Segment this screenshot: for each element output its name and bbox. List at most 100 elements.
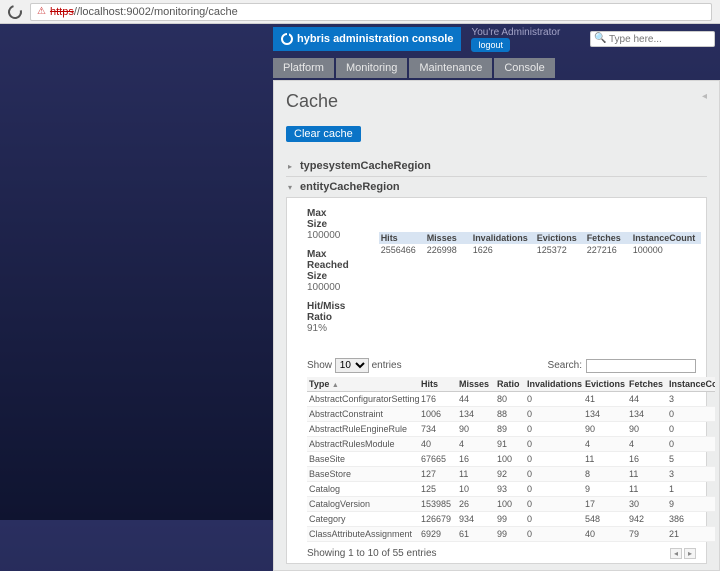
table-cell: 17 [583, 497, 627, 512]
table-cell: 0 [525, 497, 583, 512]
stats-header: HitsMissesInvalidationsEvictionsFetchesI… [379, 232, 701, 244]
table-row: AbstractRulesModule404910440 [307, 437, 715, 452]
col-invalidations[interactable]: Invalidations [525, 377, 583, 392]
reload-icon[interactable] [5, 2, 24, 21]
address-bar[interactable]: ⚠ https//localhost:9002/monitoring/cache [30, 3, 712, 21]
table-cell: 942 [627, 512, 667, 527]
table-row: Category126679934990548942386 [307, 512, 715, 527]
table-row: BaseStore127119208113 [307, 467, 715, 482]
length-select[interactable]: 10 [335, 358, 369, 373]
max-reached-value: 100000 [307, 282, 349, 293]
region-typesystem[interactable]: ▸ typesystemCacheRegion [286, 156, 707, 176]
table-cell: 0 [525, 482, 583, 497]
table-cell: 100 [495, 497, 525, 512]
table-cell: 21 [667, 527, 715, 542]
clear-cache-button[interactable]: Clear cache [286, 126, 361, 142]
table-row: BaseSite6766516100011165 [307, 452, 715, 467]
cache-table: Type ▲ Hits Misses Ratio Invalidations E… [307, 377, 715, 542]
col-misses[interactable]: Misses [457, 377, 495, 392]
nav-monitoring[interactable]: Monitoring [336, 58, 407, 78]
table-cell: 153985 [419, 497, 457, 512]
global-search: 🔍 [590, 31, 715, 47]
table-cell: 91 [495, 437, 525, 452]
global-search-input[interactable] [590, 31, 715, 47]
col-instancecount[interactable]: InstanceCount [667, 377, 715, 392]
table-cell: 8 [583, 467, 627, 482]
table-cell: 90 [627, 422, 667, 437]
col-fetches[interactable]: Fetches [627, 377, 667, 392]
chevron-down-icon: ▾ [288, 183, 294, 192]
table-cell: 9 [667, 497, 715, 512]
region-label: typesystemCacheRegion [300, 160, 431, 172]
col-hits[interactable]: Hits [419, 377, 457, 392]
page-title: Cache [286, 91, 707, 112]
table-row: CatalogVersion15398526100017309 [307, 497, 715, 512]
table-cell: 89 [495, 422, 525, 437]
nav-maintenance[interactable]: Maintenance [409, 58, 492, 78]
table-cell: 0 [525, 467, 583, 482]
user-status: You're Administrator logout [471, 27, 560, 52]
table-cell: 134 [627, 407, 667, 422]
panel-collapse-icon[interactable]: ◂ [702, 91, 707, 102]
table-cell: CatalogVersion [307, 497, 419, 512]
datatable-controls: Show 10 entries Search: [307, 358, 696, 373]
sort-asc-icon: ▲ [332, 382, 339, 389]
dt-search-input[interactable] [586, 359, 696, 373]
table-cell: 548 [583, 512, 627, 527]
user-role-text: You're Administrator [471, 27, 560, 38]
table-cell: 6929 [419, 527, 457, 542]
col-type[interactable]: Type ▲ [307, 377, 419, 392]
table-cell: 4 [457, 437, 495, 452]
chevron-right-icon: ▸ [288, 162, 294, 171]
table-cell: 134 [457, 407, 495, 422]
table-row: AbstractRuleEngineRule7349089090900 [307, 422, 715, 437]
table-cell: AbstractConstraint [307, 407, 419, 422]
table-cell: BaseStore [307, 467, 419, 482]
main-nav: Platform Monitoring Maintenance Console [273, 58, 720, 78]
logout-button[interactable]: logout [471, 38, 510, 52]
table-cell: 99 [495, 527, 525, 542]
pager-next[interactable]: ▸ [684, 548, 696, 559]
col-evictions[interactable]: Evictions [583, 377, 627, 392]
stats-values: 25564662269981626125372227216100000 [379, 244, 701, 256]
table-cell: 1 [667, 482, 715, 497]
table-cell: AbstractRulesModule [307, 437, 419, 452]
table-cell: 734 [419, 422, 457, 437]
brand-logo[interactable]: hybris administration console [273, 27, 461, 51]
region-entity[interactable]: ▾ entityCacheRegion [286, 176, 707, 197]
max-size-label: Max Size [307, 208, 349, 230]
pager: ◂ ▸ [670, 548, 696, 559]
col-ratio[interactable]: Ratio [495, 377, 525, 392]
url-text: https//localhost:9002/monitoring/cache [50, 6, 238, 18]
table-cell: 40 [583, 527, 627, 542]
pager-prev[interactable]: ◂ [670, 548, 682, 559]
table-footer: Showing 1 to 10 of 55 entries ◂ ▸ [307, 548, 696, 559]
brand-icon [281, 33, 293, 45]
table-cell: 5 [667, 452, 715, 467]
brand-text: hybris administration console [297, 33, 453, 45]
table-cell: 0 [667, 407, 715, 422]
length-label-pre: Show [307, 360, 332, 371]
table-row: AbstractConstraint10061348801341340 [307, 407, 715, 422]
table-cell: 4 [583, 437, 627, 452]
table-cell: 134 [583, 407, 627, 422]
table-cell: 67665 [419, 452, 457, 467]
max-reached-label: Max Reached Size [307, 249, 349, 282]
table-cell: 80 [495, 392, 525, 407]
table-cell: 61 [457, 527, 495, 542]
length-label-post: entries [372, 360, 402, 371]
ratio-value: 91% [307, 323, 349, 334]
max-size-value: 100000 [307, 230, 349, 241]
table-cell: Category [307, 512, 419, 527]
table-cell: ClassAttributeAssignment [307, 527, 419, 542]
table-cell: 79 [627, 527, 667, 542]
table-cell: 90 [583, 422, 627, 437]
table-cell: AbstractRuleEngineRule [307, 422, 419, 437]
nav-platform[interactable]: Platform [273, 58, 334, 78]
nav-console[interactable]: Console [494, 58, 554, 78]
table-cell: 16 [627, 452, 667, 467]
table-cell: 4 [627, 437, 667, 452]
table-cell: 11 [627, 482, 667, 497]
table-cell: 0 [525, 437, 583, 452]
table-row: AbstractConfiguratorSetting1764480041443 [307, 392, 715, 407]
